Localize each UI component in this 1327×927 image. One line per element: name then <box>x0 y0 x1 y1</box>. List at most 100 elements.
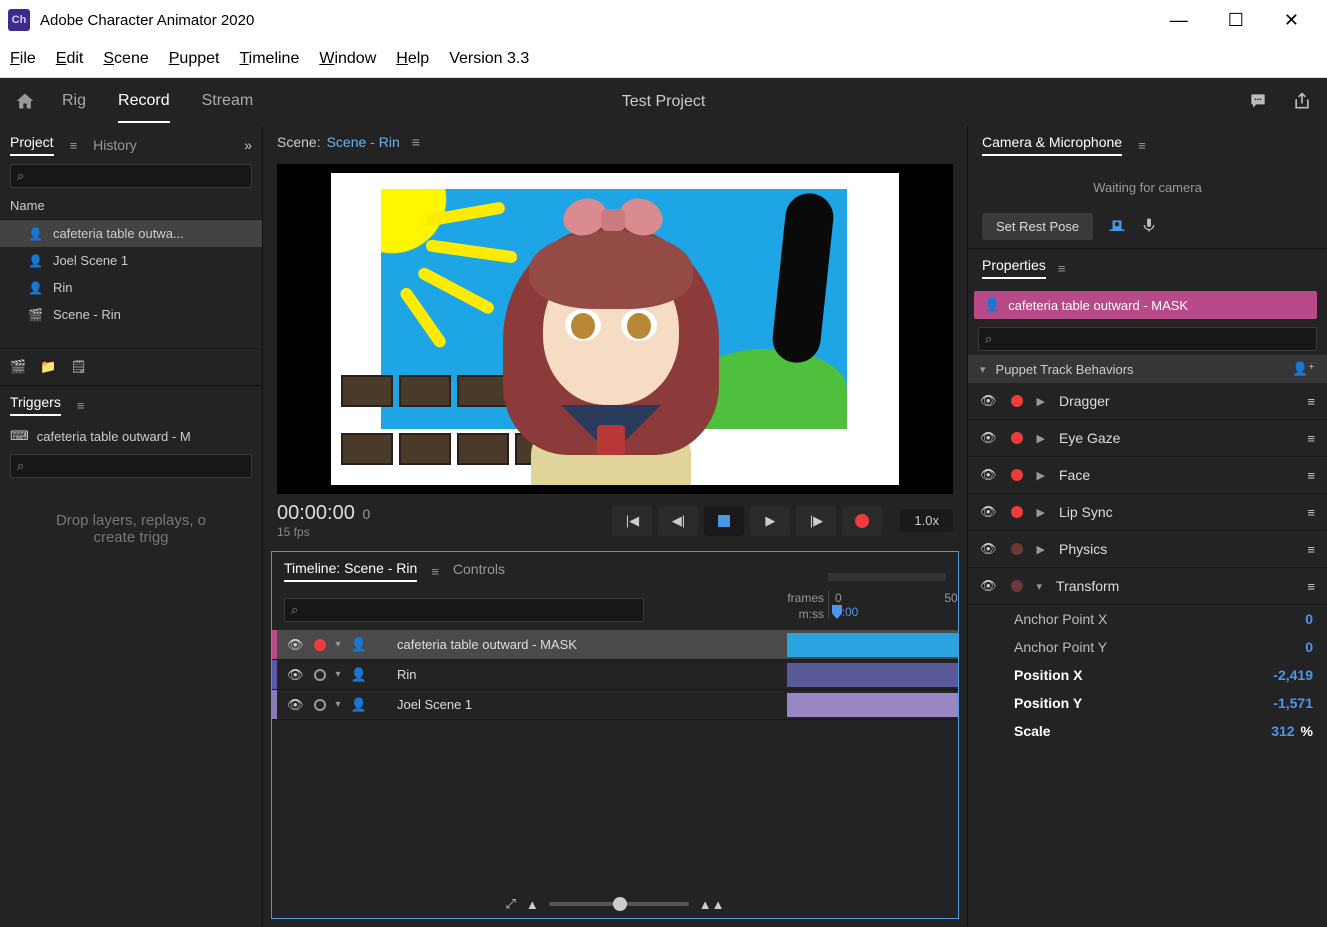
tab-record[interactable]: Record <box>118 81 170 123</box>
expand-track-icon[interactable]: ▾ <box>336 639 341 650</box>
menu-timeline[interactable]: Timeline <box>239 50 299 68</box>
menu-window[interactable]: Window <box>319 50 376 68</box>
arm-dot[interactable] <box>1011 543 1023 555</box>
behavior-row-transform[interactable]: 👁 ▾ Transform ≡ <box>968 568 1327 605</box>
behavior-menu-icon[interactable]: ≡ <box>1307 394 1315 409</box>
triggers-tab[interactable]: Triggers <box>10 394 61 416</box>
zoom-in-icon[interactable]: ▲▲ <box>699 897 725 912</box>
behavior-menu-icon[interactable]: ≡ <box>1307 468 1315 483</box>
timeline-search[interactable]: ⌕ <box>284 598 644 622</box>
behavior-row[interactable]: 👁 ▶ Lip Sync ≡ <box>968 494 1327 531</box>
set-rest-pose-button[interactable]: Set Rest Pose <box>982 213 1093 240</box>
prop-value[interactable]: -2,419 <box>1273 667 1313 683</box>
project-tab[interactable]: Project <box>10 134 54 156</box>
properties-menu-icon[interactable]: ≡ <box>1058 261 1066 276</box>
expand-track-icon[interactable]: ▾ <box>336 669 341 680</box>
stop-button[interactable] <box>704 506 744 536</box>
timeline-menu-icon[interactable]: ≡ <box>431 564 439 579</box>
home-icon[interactable] <box>14 91 36 114</box>
triggers-menu-icon[interactable]: ≡ <box>77 398 85 413</box>
track-row[interactable]: 👁 ▾ 👤 Joel Scene 1 <box>272 690 958 720</box>
behavior-menu-icon[interactable]: ≡ <box>1307 505 1315 520</box>
scene-viewport[interactable] <box>277 164 953 494</box>
behavior-row[interactable]: 👁 ▶ Dragger ≡ <box>968 383 1327 420</box>
history-tab[interactable]: History <box>93 137 137 153</box>
playback-speed[interactable]: 1.0x <box>900 509 953 532</box>
add-behavior-icon[interactable]: 👤⁺ <box>1292 361 1315 377</box>
step-forward-button[interactable]: |▶ <box>796 506 836 536</box>
expand-icon[interactable]: » <box>244 137 252 153</box>
chevron-right-icon[interactable]: ▶ <box>1037 506 1045 519</box>
zoom-slider[interactable] <box>549 902 689 906</box>
behavior-menu-icon[interactable]: ≡ <box>1307 542 1315 557</box>
project-search[interactable]: ⌕ <box>10 164 252 188</box>
triggers-search[interactable]: ⌕ <box>10 454 252 478</box>
chevron-right-icon[interactable]: ▶ <box>1037 543 1045 556</box>
tab-rig[interactable]: Rig <box>62 81 86 123</box>
arm-record-toggle[interactable] <box>314 669 326 681</box>
track-row[interactable]: 👁 ▾ 👤 Rin <box>272 660 958 690</box>
track-row[interactable]: 👁 ▾ 👤 cafeteria table outward - MASK <box>272 630 958 660</box>
camera-icon[interactable] <box>1107 216 1127 237</box>
chevron-down-icon[interactable]: ▾ <box>1037 580 1043 593</box>
visibility-icon[interactable]: 👁 <box>980 430 997 446</box>
triggers-drop-zone[interactable]: Drop layers, replays, ocreate trigg <box>10 482 252 576</box>
menu-puppet[interactable]: Puppet <box>169 50 220 68</box>
prop-value[interactable]: -1,571 <box>1273 695 1313 711</box>
maximize-button[interactable]: ☐ <box>1228 10 1244 31</box>
behavior-row[interactable]: 👁 ▶ Physics ≡ <box>968 531 1327 568</box>
properties-search[interactable]: ⌕ <box>978 327 1317 351</box>
behavior-row[interactable]: 👁 ▶ Face ≡ <box>968 457 1327 494</box>
arm-dot[interactable] <box>1011 506 1023 518</box>
prop-value[interactable]: 0 <box>1305 639 1313 655</box>
project-panel-menu-icon[interactable]: ≡ <box>70 138 78 153</box>
expand-track-icon[interactable]: ▾ <box>336 699 341 710</box>
timecode[interactable]: 00:00:00 <box>277 502 355 524</box>
share-icon[interactable] <box>1291 91 1313 114</box>
visibility-icon[interactable]: 👁 <box>980 504 997 520</box>
chevron-right-icon[interactable]: ▶ <box>1037 469 1045 482</box>
new-scene-icon[interactable]: 🎬 <box>10 359 26 375</box>
visibility-icon[interactable]: 👁 <box>980 541 997 557</box>
track-clip[interactable] <box>787 663 958 687</box>
arm-dot[interactable] <box>1011 432 1023 444</box>
behavior-row[interactable]: 👁 ▶ Eye Gaze ≡ <box>968 420 1327 457</box>
microphone-icon[interactable] <box>1141 216 1157 237</box>
record-button[interactable] <box>842 506 882 536</box>
visibility-icon[interactable]: 👁 <box>980 578 997 594</box>
visibility-toggle-icon[interactable]: 👁 <box>287 637 304 653</box>
play-button[interactable]: ▶ <box>750 506 790 536</box>
visibility-toggle-icon[interactable]: 👁 <box>287 697 304 713</box>
close-button[interactable]: ✕ <box>1284 10 1299 31</box>
project-item-rin[interactable]: 👤 Rin <box>0 274 262 301</box>
menu-help[interactable]: Help <box>396 50 429 68</box>
fit-icon[interactable]: ⤢ <box>505 896 515 912</box>
properties-tab[interactable]: Properties <box>982 257 1046 279</box>
menu-scene[interactable]: Scene <box>103 50 148 68</box>
scene-name-link[interactable]: Scene - Rin <box>327 134 400 150</box>
menu-file[interactable]: File <box>10 50 36 68</box>
behaviors-header[interactable]: ▾ Puppet Track Behaviors 👤⁺ <box>968 355 1327 383</box>
menu-edit[interactable]: Edit <box>56 50 84 68</box>
scene-menu-icon[interactable]: ≡ <box>412 134 420 150</box>
arm-record-toggle[interactable] <box>314 699 326 711</box>
controls-tab[interactable]: Controls <box>453 561 505 581</box>
behavior-menu-icon[interactable]: ≡ <box>1307 431 1315 446</box>
visibility-icon[interactable]: 👁 <box>980 467 997 483</box>
minimize-button[interactable]: — <box>1170 10 1188 31</box>
visibility-icon[interactable]: 👁 <box>980 393 997 409</box>
zoom-out-icon[interactable]: ▲ <box>526 897 539 912</box>
timeline-tab[interactable]: Timeline: Scene - Rin <box>284 560 417 582</box>
note-icon[interactable]: 🗒 <box>70 359 87 375</box>
go-to-start-button[interactable]: |◀ <box>612 506 652 536</box>
camera-tab[interactable]: Camera & Microphone <box>982 134 1122 156</box>
feedback-icon[interactable] <box>1247 91 1269 114</box>
project-item-cafeteria[interactable]: 👤 cafeteria table outwa... <box>0 220 262 247</box>
arm-dot[interactable] <box>1011 395 1023 407</box>
visibility-toggle-icon[interactable]: 👁 <box>287 667 304 683</box>
arm-dot[interactable] <box>1011 580 1023 592</box>
step-back-button[interactable]: ◀| <box>658 506 698 536</box>
prop-value[interactable]: 312 <box>1271 723 1294 739</box>
arm-record-toggle[interactable] <box>314 639 326 651</box>
folder-icon[interactable]: 📁 <box>40 359 56 375</box>
